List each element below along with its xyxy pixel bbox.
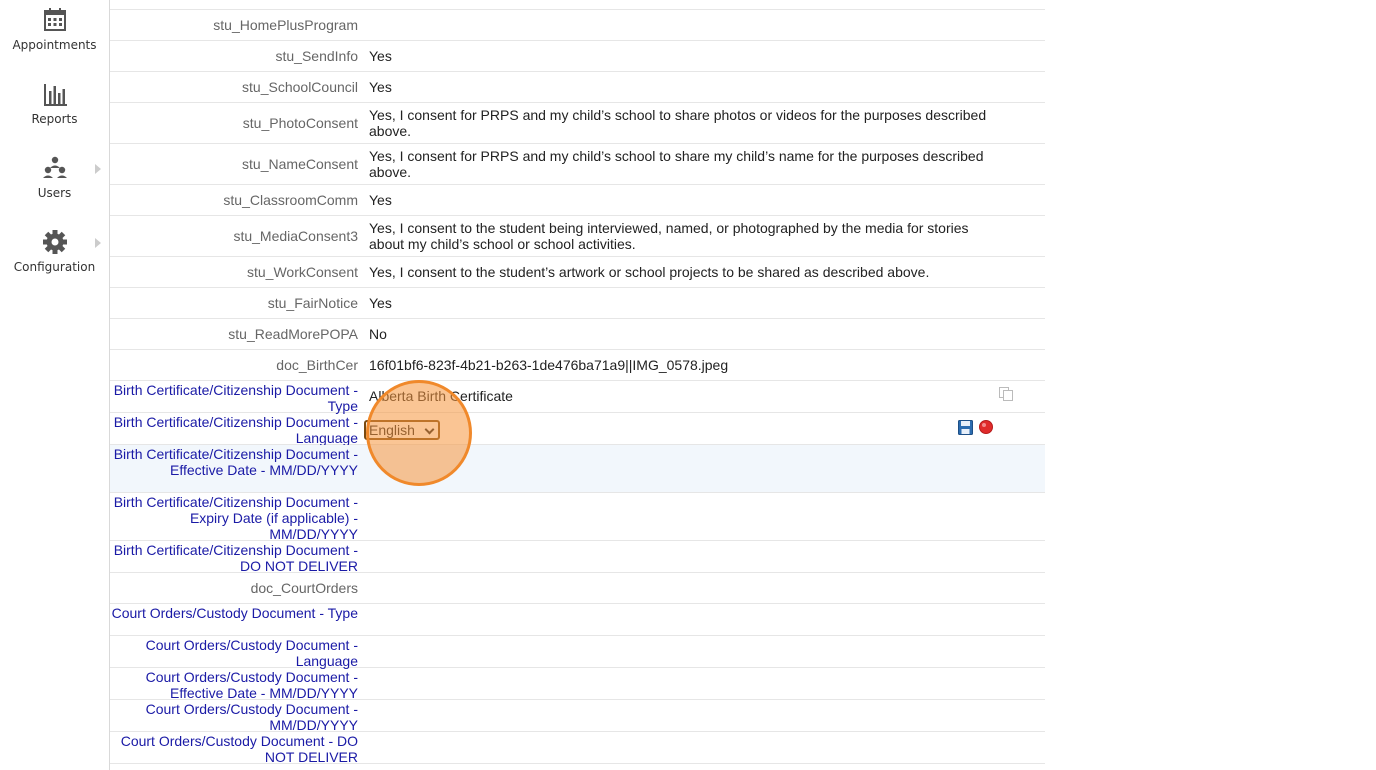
sidebar-item-appointments[interactable]: Appointments: [0, 6, 109, 52]
field-label: stu_SendInfo: [275, 48, 358, 64]
table-row: stu_ClassroomComm Yes: [110, 185, 1045, 216]
copy-icon[interactable]: [998, 386, 1014, 402]
field-label: stu_HomePlusProgram: [213, 17, 358, 33]
table-row: stu_SchoolCouncil Yes: [110, 72, 1045, 103]
table-row: stu_MediaConsent3 Yes, I consent to the …: [110, 216, 1045, 257]
table-row: Birth Certificate/Citizenship Document -…: [110, 541, 1045, 574]
field-value: Yes: [369, 192, 392, 208]
field-value: Alberta Birth Certificate: [369, 388, 513, 404]
table-row: Birth Certificate/Citizenship Document -…: [110, 381, 1045, 414]
field-label: stu_MediaConsent3: [233, 228, 358, 244]
save-icon[interactable]: [958, 420, 973, 435]
field-label: stu_FairNotice: [267, 295, 358, 311]
gear-icon: [42, 230, 67, 254]
table-row: stu_ReadMorePOPA No: [110, 319, 1045, 350]
field-value: Yes: [369, 48, 392, 64]
field-label: doc_BirthCer: [276, 357, 358, 373]
sidebar-item-users[interactable]: Users: [0, 154, 109, 200]
field-label: Court Orders/Custody Document - Effectiv…: [145, 669, 358, 701]
field-label: stu_SchoolCouncil: [242, 79, 358, 95]
sidebar: Appointments Reports Users Configuration: [0, 0, 110, 770]
field-label: Birth Certificate/Citizenship Document -…: [113, 542, 358, 574]
cancel-icon[interactable]: [979, 420, 993, 434]
table-row: Birth Certificate/Citizenship Document -…: [110, 445, 1045, 493]
table-row: stu_HomePlusProgram: [110, 10, 1045, 41]
chevron-right-icon: [95, 238, 101, 248]
field-label: stu_NameConsent: [242, 156, 358, 172]
table-row: Court Orders/Custody Document - Language: [110, 636, 1045, 669]
language-select[interactable]: English: [364, 420, 440, 440]
chevron-down-icon: [424, 424, 435, 435]
language-select-value: English: [369, 422, 415, 438]
field-label: stu_PhotoConsent: [242, 115, 358, 131]
field-label: Court Orders/Custody Document - Type: [111, 605, 358, 621]
table-row: Court Orders/Custody Document - Type: [110, 604, 1045, 636]
field-label: stu_ReadMorePOPA: [228, 326, 358, 342]
file-link[interactable]: 16f01bf6-823f-4b21-b263-1de476ba71a9||IM…: [369, 357, 1009, 373]
field-label: stu_WorkConsent: [246, 264, 358, 280]
table-row: stu_NameConsent Yes, I consent for PRPS …: [110, 144, 1045, 185]
table-row: Birth Certificate/Citizenship Document -…: [110, 413, 1045, 446]
field-label: Birth Certificate/Citizenship Document -…: [113, 446, 358, 478]
users-icon: [42, 156, 67, 178]
sidebar-item-label: Appointments: [12, 38, 97, 52]
sidebar-item-label: Configuration: [13, 260, 96, 274]
sidebar-item-configuration[interactable]: Configuration: [0, 228, 109, 274]
table-row: doc_CourtOrders: [110, 573, 1045, 604]
field-label: Birth Certificate/Citizenship Document -…: [113, 382, 358, 414]
field-label: Court Orders/Custody Document - MM/DD/YY…: [145, 701, 358, 733]
calendar-icon: [43, 8, 66, 31]
table-row: doc_BirthCer 16f01bf6-823f-4b21-b263-1de…: [110, 350, 1045, 381]
table-row: stu_WorkConsent Yes, I consent to the st…: [110, 257, 1045, 288]
field-value: Yes, I consent to the student’s artwork …: [369, 264, 930, 280]
field-value: Yes, I consent for PRPS and my child’s s…: [369, 148, 984, 180]
sidebar-item-label: Users: [37, 186, 72, 200]
table-row: Court Orders/Custody Document - Effectiv…: [110, 668, 1045, 701]
field-value: Yes, I consent for PRPS and my child’s s…: [369, 107, 987, 139]
field-label: stu_ClassroomComm: [223, 192, 358, 208]
field-label: Court Orders/Custody Document - Language: [145, 637, 358, 669]
field-value: Yes: [369, 295, 392, 311]
field-label: Birth Certificate/Citizenship Document -…: [113, 494, 358, 542]
bar-chart-icon: [43, 84, 67, 106]
field-label: doc_CourtOrders: [250, 580, 358, 596]
sidebar-item-reports[interactable]: Reports: [0, 80, 109, 126]
field-label: Court Orders/Custody Document - DO NOT D…: [120, 733, 358, 765]
table-row: stu_FairNotice Yes: [110, 288, 1045, 319]
table-row: Court Orders/Custody Document - DO NOT D…: [110, 732, 1045, 765]
sidebar-item-label: Reports: [31, 112, 78, 126]
chevron-right-icon: [95, 164, 101, 174]
field-value: Yes, I consent to the student being inte…: [369, 220, 969, 252]
table-row: Court Orders/Custody Document - MM/DD/YY…: [110, 700, 1045, 733]
field-label: Birth Certificate/Citizenship Document -…: [113, 414, 358, 446]
table-row: [110, 0, 1045, 10]
field-value: No: [369, 326, 387, 342]
table-row: stu_SendInfo Yes: [110, 41, 1045, 72]
table-row: Birth Certificate/Citizenship Document -…: [110, 493, 1045, 542]
table-row: stu_PhotoConsent Yes, I consent for PRPS…: [110, 103, 1045, 144]
field-value: Yes: [369, 79, 392, 95]
